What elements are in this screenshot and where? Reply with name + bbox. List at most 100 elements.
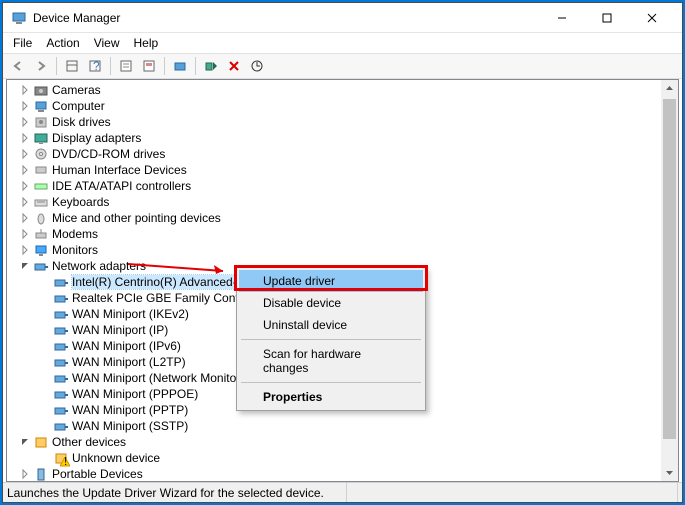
maximize-button[interactable] <box>584 3 629 32</box>
tree-category[interactable]: Cameras <box>11 82 678 98</box>
device-label: Intel(R) Centrino(R) Advanced-N <box>72 275 245 289</box>
device-label: Realtek PCIe GBE Family Controll <box>72 291 255 305</box>
category-label: IDE ATA/ATAPI controllers <box>52 179 191 193</box>
category-label: Other devices <box>52 435 126 449</box>
category-label: Monitors <box>52 243 98 257</box>
context-menu-item[interactable]: Disable device <box>239 292 423 314</box>
category-label: DVD/CD-ROM drives <box>52 147 165 161</box>
device-label: WAN Miniport (PPPOE) <box>72 387 198 401</box>
menu-view[interactable]: View <box>88 34 126 52</box>
expand-icon[interactable] <box>19 148 31 160</box>
portable-icon <box>33 466 49 481</box>
device-manager-window: Device Manager File Action View Help ? C… <box>2 2 683 503</box>
tree-category[interactable]: Computer <box>11 98 678 114</box>
expand-icon[interactable] <box>19 84 31 96</box>
keyboard-icon <box>33 194 49 210</box>
menubar: File Action View Help <box>3 33 682 53</box>
network-adapter-icon <box>53 322 69 338</box>
network-adapter-icon <box>53 354 69 370</box>
expand-icon[interactable] <box>19 244 31 256</box>
menu-item-label: Disable device <box>263 296 341 310</box>
tree-category[interactable]: Portable Devices <box>11 466 678 481</box>
category-label: Modems <box>52 227 98 241</box>
close-button[interactable] <box>629 3 674 32</box>
ide-icon <box>33 178 49 194</box>
context-menu: Update driver Disable device Uninstall dev… <box>236 267 426 411</box>
expand-icon[interactable] <box>19 164 31 176</box>
tree-category[interactable]: Modems <box>11 226 678 242</box>
scroll-down-button[interactable] <box>661 464 678 481</box>
scroll-thumb[interactable] <box>663 99 676 439</box>
expand-icon[interactable] <box>19 100 31 112</box>
tree-category[interactable]: DVD/CD-ROM drives <box>11 146 678 162</box>
category-label: Display adapters <box>52 131 141 145</box>
svg-text:!: ! <box>64 457 67 467</box>
device-label: WAN Miniport (SSTP) <box>72 419 188 433</box>
tree-category[interactable]: Disk drives <box>11 114 678 130</box>
tree-item-network-adapter[interactable]: WAN Miniport (SSTP) <box>11 418 678 434</box>
expand-icon[interactable] <box>19 228 31 240</box>
context-menu-item[interactable]: Update driver <box>239 270 423 292</box>
tree-category[interactable]: Monitors <box>11 242 678 258</box>
menu-file[interactable]: File <box>7 34 38 52</box>
menu-help[interactable]: Help <box>128 34 165 52</box>
tree-category[interactable]: IDE ATA/ATAPI controllers <box>11 178 678 194</box>
modem-icon <box>33 226 49 242</box>
other-icon <box>33 434 49 450</box>
network-adapter-icon <box>53 402 69 418</box>
tree-category[interactable]: Keyboards <box>11 194 678 210</box>
svg-text:?: ? <box>93 59 100 73</box>
device-manager-icon <box>11 10 27 26</box>
expand-icon[interactable] <box>19 180 31 192</box>
help-button[interactable]: ? <box>84 55 106 77</box>
forward-button[interactable] <box>30 55 52 77</box>
back-button[interactable] <box>7 55 29 77</box>
enable-button[interactable] <box>200 55 222 77</box>
hid-icon <box>33 162 49 178</box>
menu-item-label: Scan for hardware changes <box>263 347 361 375</box>
expand-icon[interactable] <box>19 212 31 224</box>
context-menu-item[interactable]: Uninstall device <box>239 314 423 336</box>
network-adapter-icon <box>53 338 69 354</box>
device-label: WAN Miniport (IKEv2) <box>72 307 189 321</box>
expand-icon[interactable] <box>19 468 31 480</box>
show-hide-tree-button[interactable] <box>61 55 83 77</box>
expand-icon[interactable] <box>19 132 31 144</box>
network-adapter-icon <box>53 386 69 402</box>
toolbar: ? <box>3 53 682 79</box>
context-menu-item[interactable]: Properties <box>239 386 423 408</box>
dvd-icon <box>33 146 49 162</box>
camera-icon <box>33 82 49 98</box>
category-label: Computer <box>52 99 105 113</box>
expand-icon[interactable] <box>19 116 31 128</box>
network-adapter-icon <box>53 418 69 434</box>
tree-category[interactable]: Mice and other pointing devices <box>11 210 678 226</box>
context-menu-item[interactable]: Scan for hardware changes <box>239 343 423 379</box>
category-label: Portable Devices <box>52 467 143 481</box>
tree-category[interactable]: Display adapters <box>11 130 678 146</box>
network-adapter-icon <box>53 370 69 386</box>
disk-icon <box>33 114 49 130</box>
collapse-icon[interactable] <box>19 436 31 448</box>
category-label: Cameras <box>52 83 101 97</box>
scroll-up-button[interactable] <box>661 80 678 97</box>
collapse-icon[interactable] <box>19 260 31 272</box>
vertical-scrollbar[interactable] <box>661 80 678 481</box>
category-label: Disk drives <box>52 115 111 129</box>
device-label: Unknown device <box>72 451 160 465</box>
monitor-icon <box>33 242 49 258</box>
expand-icon[interactable] <box>19 196 31 208</box>
update-driver-button[interactable] <box>169 55 191 77</box>
minimize-button[interactable] <box>539 3 584 32</box>
properties-button[interactable] <box>115 55 137 77</box>
tree-category[interactable]: Human Interface Devices <box>11 162 678 178</box>
tree-category-other[interactable]: Other devices <box>11 434 678 450</box>
action-button[interactable] <box>138 55 160 77</box>
network-adapter-icon <box>53 290 69 306</box>
device-label: WAN Miniport (IP) <box>72 323 168 337</box>
tree-item-unknown[interactable]: ! Unknown device <box>11 450 678 466</box>
uninstall-button[interactable] <box>223 55 245 77</box>
scan-hardware-button[interactable] <box>246 55 268 77</box>
mouse-icon <box>33 210 49 226</box>
menu-action[interactable]: Action <box>40 34 85 52</box>
